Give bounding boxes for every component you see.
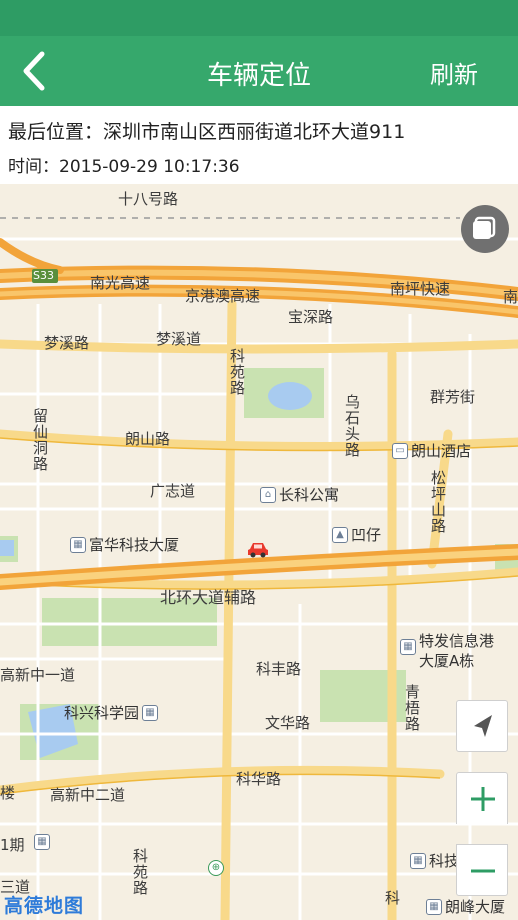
road-label: 高新中二道 <box>50 786 126 804</box>
building-icon: ▦ <box>410 852 426 869</box>
map-provider-logo: 高德地图 <box>4 895 85 917</box>
poi-langshan-hotel[interactable]: ▭ 朗山酒店 <box>392 440 471 461</box>
poi-kexing-science-park[interactable]: 科兴科学园 ▦ <box>64 702 159 723</box>
time-value: 2015-09-29 10:17:36 <box>59 157 240 177</box>
road-label: 南 <box>503 288 518 306</box>
lake <box>0 540 14 556</box>
poi-fuhua-tech-building[interactable]: ▦ 富华科技大厦 <box>70 534 179 555</box>
road-label: 朗山路 <box>125 430 171 448</box>
building-icon: ▦ <box>142 704 159 721</box>
location-info-panel: 最后位置：深圳市南山区西丽街道北环大道911 时间：2015-09-29 10:… <box>0 106 518 184</box>
zoom-out-button[interactable] <box>456 844 508 896</box>
hotel-icon: ▭ <box>392 442 408 459</box>
back-button[interactable] <box>14 48 58 94</box>
plus-icon <box>471 787 495 811</box>
building-icon: ⌂ <box>260 486 276 503</box>
road-label: 乌石头路 <box>343 394 361 458</box>
road-label: 高新中一道 <box>0 666 76 684</box>
road-label: 北环大道辅路 <box>160 588 257 607</box>
road-label: 青梧路 <box>403 684 421 732</box>
chevron-left-icon <box>23 51 45 91</box>
road-label: 南光高速 <box>90 274 151 292</box>
road-label: 松坪山路 <box>429 470 447 534</box>
building-icon: ▲ <box>332 526 348 543</box>
road-label: 科丰路 <box>256 660 302 678</box>
highway-shield: S33 <box>33 269 54 282</box>
map-view[interactable]: S33 十八号路 南光高速 京港澳高速 南坪快速 南 梦溪路 梦溪道 宝深路 科… <box>0 184 518 920</box>
road-label: 十八号路 <box>118 190 179 208</box>
time-label: 时间： <box>8 157 59 177</box>
poi-building-icon: ▦ <box>34 834 50 850</box>
road-label: 文华路 <box>265 714 311 732</box>
road-label: 科 <box>383 890 401 906</box>
poi-aozai[interactable]: ▲ 凹仔 <box>332 524 381 545</box>
road-label: 科苑路 <box>228 348 246 396</box>
layers-icon <box>473 216 496 239</box>
road-label: 群芳街 <box>430 388 476 406</box>
poi-changke-apartment[interactable]: ⌂ 长科公寓 <box>260 484 339 505</box>
road-label: 1期 <box>0 836 25 854</box>
location-value: 深圳市南山区西丽街道北环大道911 <box>103 121 406 143</box>
road-label: 广志道 <box>150 482 196 500</box>
poi-langfeng-building[interactable]: ▦ 朗峰大厦 <box>426 896 505 917</box>
locate-button[interactable] <box>456 700 508 752</box>
refresh-button[interactable]: 刷新 <box>430 55 478 90</box>
time-row: 时间：2015-09-29 10:17:36 <box>8 152 240 177</box>
title-bar: 车辆定位 刷新 <box>0 36 518 106</box>
map-layer-button[interactable] <box>461 205 509 253</box>
road-label: 京港澳高速 <box>185 287 261 305</box>
bus-stop-icon: ⊕ <box>208 860 224 876</box>
last-location-row: 最后位置：深圳市南山区西丽街道北环大道911 <box>8 117 405 144</box>
car-icon[interactable] <box>247 540 269 558</box>
road-label: 梦溪道 <box>156 330 202 348</box>
zoom-in-button[interactable] <box>456 772 508 824</box>
road-label: 梦溪路 <box>44 334 90 352</box>
road-label: 南坪快速 <box>390 280 451 298</box>
building-icon: ▦ <box>70 536 86 553</box>
minus-icon <box>471 869 495 873</box>
road-label: 楼 <box>0 784 16 802</box>
navigation-arrow-icon <box>474 715 492 737</box>
road-label: 科苑路 <box>131 848 149 896</box>
lake <box>268 382 312 410</box>
road-label: 留仙洞路 <box>31 408 49 472</box>
poi-bus: ⊕ <box>208 860 224 876</box>
building-icon: ▦ <box>426 898 442 915</box>
building-icon: ▦ <box>34 834 50 850</box>
status-bar <box>0 0 518 36</box>
road-label: 宝深路 <box>288 308 334 326</box>
building-icon: ▦ <box>400 639 416 655</box>
poi-tefa-building[interactable]: ▦ 特发信息港 大厦A栋 <box>400 631 494 671</box>
road-label: 科华路 <box>236 770 282 788</box>
location-label: 最后位置： <box>8 121 104 143</box>
